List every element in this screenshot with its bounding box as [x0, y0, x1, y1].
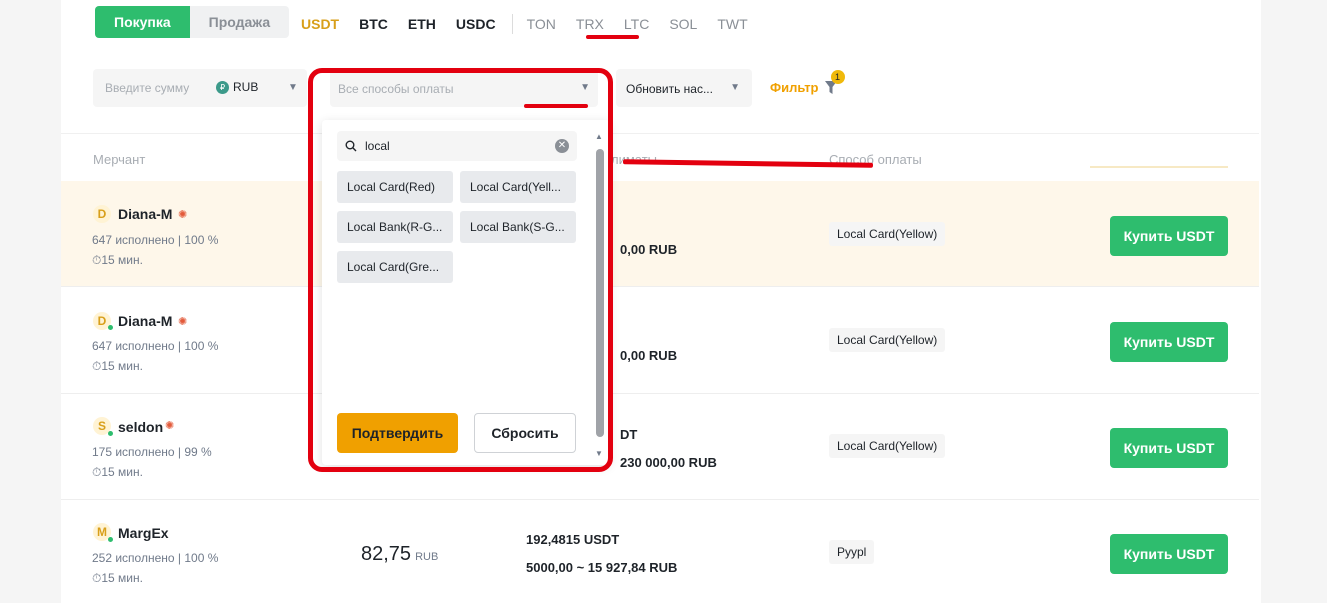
merchant-badge-icon: ✺ [178, 209, 188, 221]
merchant-name[interactable]: seldon [118, 419, 163, 435]
amount-placeholder: Введите сумму [105, 81, 190, 95]
merchant-time: ⏱15 мин. [92, 359, 143, 373]
filter-label: Фильтр [770, 80, 819, 95]
trade-type-toggle: Покупка Продажа [95, 6, 290, 38]
refresh-select[interactable]: Обновить нас... ▼ [616, 69, 752, 107]
merchant-stats: 647 исполнено | 100 % [92, 339, 219, 353]
merchant-name[interactable]: Diana-M [118, 313, 172, 329]
online-status-dot [108, 325, 113, 330]
coin-tab-ton[interactable]: TON [527, 16, 556, 32]
table-row: S seldon ✺ 175 исполнено | 99 % ⏱15 мин.… [61, 394, 1259, 500]
buy-usdt-button[interactable]: Купить USDT [1110, 428, 1228, 468]
merchant-name[interactable]: MargEx [118, 525, 169, 541]
table-row: D Diana-M ✺ 647 исполнено | 100 % ⏱15 ми… [61, 181, 1259, 287]
table-row: M MargEx 252 исполнено | 100 % ⏱15 мин. … [61, 500, 1259, 603]
funnel-icon: 1 [824, 69, 845, 95]
price: 82,75 RUB [361, 543, 439, 565]
header-accent-line [1090, 166, 1228, 168]
buy-usdt-button[interactable]: Купить USDT [1110, 216, 1228, 256]
annotation-underline [586, 35, 639, 39]
filter-button[interactable]: Фильтр 1 [770, 69, 845, 95]
avatar: D [93, 205, 111, 223]
merchant-stats: 647 исполнено | 100 % [92, 233, 219, 247]
refresh-label: Обновить нас... [626, 82, 713, 96]
coin-tab-sol[interactable]: SOL [669, 16, 697, 32]
buy-usdt-button[interactable]: Купить USDT [1110, 322, 1228, 362]
merchant-stats: 252 исполнено | 100 % [92, 551, 219, 565]
header-merchant: Мерчант [93, 152, 146, 167]
limit-range: 5000,00 ~ 15 927,84 RUB [526, 560, 678, 575]
available-amount: DT [620, 427, 638, 442]
limit-range: 0,00 RUB [620, 348, 678, 363]
currency-label: RUB [233, 80, 259, 94]
limit-range: 0,00 RUB [620, 242, 678, 257]
merchant-badge-icon: ✺ [178, 316, 188, 328]
payment-tag: Local Card(Yellow) [829, 222, 946, 246]
annotation-highlight-box [308, 68, 613, 472]
available-amount: 192,4815 USDT [526, 532, 620, 547]
coin-tab-ltc[interactable]: LTC [624, 16, 649, 32]
online-status-dot [108, 537, 113, 542]
tab-sell[interactable]: Продажа [189, 6, 290, 38]
annotation-underline [524, 104, 588, 108]
coin-tab-usdc[interactable]: USDC [456, 16, 496, 32]
coin-tab-trx[interactable]: TRX [576, 16, 604, 32]
currency-select[interactable]: ₽ RUB [216, 80, 258, 94]
payment-tag: Local Card(Yellow) [829, 434, 946, 458]
merchant-time: ⏱15 мин. [92, 253, 143, 267]
merchant-stats: 175 исполнено | 99 % [92, 445, 212, 459]
tab-buy[interactable]: Покупка [95, 6, 190, 38]
chevron-down-icon: ▼ [730, 82, 740, 93]
merchant-time: ⏱15 мин. [92, 465, 143, 479]
payment-tag: Local Card(Yellow) [829, 328, 946, 352]
online-status-dot [108, 431, 113, 436]
table-row: D Diana-M ✺ 647 исполнено | 100 % ⏱15 ми… [61, 288, 1259, 394]
coin-tab-twt[interactable]: TWT [717, 16, 747, 32]
coin-tab-eth[interactable]: ETH [408, 16, 436, 32]
coin-divider [511, 14, 513, 34]
amount-input[interactable]: Введите сумму ₽ RUB ▼ [93, 69, 307, 107]
buy-usdt-button[interactable]: Купить USDT [1110, 534, 1228, 574]
header-divider [61, 133, 1259, 134]
merchant-name[interactable]: Diana-M [118, 206, 172, 222]
coin-tabs: USDT BTC ETH USDC TON TRX LTC SOL TWT [301, 14, 768, 34]
merchant-time: ⏱15 мин. [92, 571, 143, 585]
coin-tab-usdt[interactable]: USDT [301, 16, 339, 32]
ruble-icon: ₽ [216, 80, 229, 94]
chevron-down-icon[interactable]: ▼ [288, 82, 298, 93]
filter-count-badge: 1 [830, 69, 845, 84]
payment-tag: Pyypl [829, 540, 875, 564]
coin-tab-btc[interactable]: BTC [359, 16, 388, 32]
merchant-badge-icon: ✺ [165, 420, 175, 432]
limit-range: 230 000,00 RUB [620, 455, 717, 470]
